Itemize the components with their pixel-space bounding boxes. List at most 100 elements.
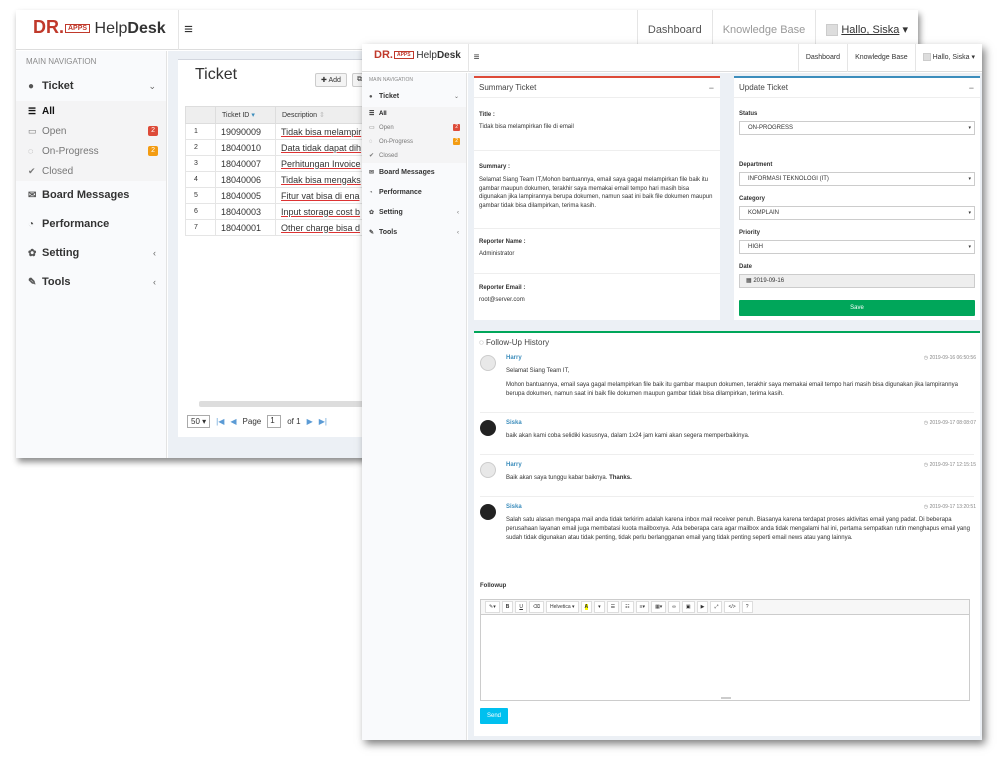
collapse-icon[interactable]: − [709,78,714,98]
description-cell: Fitur vat bisa di ena [274,187,368,204]
bold-icon[interactable]: B [501,601,514,613]
on-progress-count-badge: 2 [148,146,158,156]
nav-dashboard[interactable]: Dashboard [797,44,847,72]
page-title: Ticket [195,66,238,83]
status-select[interactable]: ON-PROGRESS ▾ [739,121,975,135]
table-row[interactable]: 4 18040006 Tidak bisa mengaks [185,171,368,188]
table-row[interactable]: 6 18040003 Input storage cost b [185,203,368,220]
ordered-list-icon[interactable]: ☷ [621,601,634,613]
ticket-table: Ticket ID ▾ Description ⇕ 1 19090009 Tidak… [185,106,368,236]
ticket-submenu: ☰ All ▭ Open 2 ◌ On-Progress 2 ✔ Closed [362,107,466,163]
page-size-select[interactable]: 50 ▾ [187,414,211,428]
date-field[interactable]: ▦ 2019-09-16 [739,274,975,288]
first-page-icon[interactable]: |◀ [216,417,224,426]
history-entry: Siska ◷ 2019-09-17 08:08:07 baik akan ka… [480,420,976,450]
sidebar-item-ticket[interactable]: ● Ticket ⌄ [16,72,166,101]
summary-body-section: Summary : Selamat Siang Team IT,Mohon ba… [479,164,715,210]
prev-page-icon[interactable]: ◀ [230,417,236,426]
reporter-name-value: Administrator [479,251,515,257]
add-ticket-button[interactable]: ✚ Add [315,73,347,87]
sidebar-item-board-messages[interactable]: ✉ Board Messages [16,181,166,210]
priority-select[interactable]: HIGH ▾ [739,240,975,254]
collapse-icon[interactable]: − [969,78,974,98]
sidebar: MAIN NAVIGATION ● Ticket ⌄ ☰ All ▭ Open 2 ◌… [362,73,467,740]
pager: 50 ▾ |◀ ◀ Page 1 of 1 ▶ ▶| [187,412,327,430]
check-circle-icon: ✔ [369,153,375,159]
save-button[interactable]: Save [739,300,975,316]
ticket-submenu: ☰ All ▭ Open 2 ◌ On-Progress 2 ✔ Closed [16,101,166,181]
sidebar-item-setting[interactable]: ✿ Setting ‹ [362,203,466,223]
list-icon: ☰ [28,106,37,116]
title-label: Title : [479,112,495,118]
on-progress-count-badge: 2 [453,138,460,145]
sidebar-item-open[interactable]: ▭ Open 2 [362,121,466,135]
row-number: 6 [185,203,216,220]
sidebar-item-tools[interactable]: ✎ Tools ‹ [362,223,466,243]
underline-icon[interactable]: U [515,601,527,613]
list-icon: ☰ [369,111,375,117]
category-select[interactable]: KOMPLAIN ▾ [739,206,975,220]
app-logo[interactable]: DR. APPS HelpDesk [374,49,461,61]
sidebar-item-ticket[interactable]: ● Ticket ⌄ [362,87,466,107]
entry-author: Harry [506,355,522,361]
text-color-caret-icon[interactable]: ▾ [594,601,605,613]
caret-down-icon: ▾ [971,54,975,61]
style-icon[interactable]: ✎▾ [485,601,500,613]
sidebar-item-tools[interactable]: ✎ Tools ‹ [16,268,166,297]
row-number: 7 [185,219,216,236]
followup-editor[interactable] [480,615,970,701]
chevron-left-icon: ‹ [457,230,459,236]
unordered-list-icon[interactable]: ☰ [606,601,620,613]
paragraph-icon[interactable]: ≡▾ [635,601,650,613]
table-row[interactable]: 1 19090009 Tidak bisa melampir [185,123,368,140]
nav-knowledge-base[interactable]: Knowledge Base [847,44,915,72]
next-page-icon[interactable]: ▶ [307,417,313,426]
gear-icon: ✿ [369,210,375,216]
chevron-down-icon: ⌄ [453,94,459,100]
sidebar-item-setting[interactable]: ✿ Setting ‹ [16,239,166,268]
font-family-select[interactable]: Helvetica ▾ [546,601,579,613]
text-color-icon[interactable]: A [580,601,593,613]
picture-icon[interactable]: ▣ [681,601,695,613]
entry-body: Selamat Siang Team IT, Mohon bantuannya,… [506,368,958,397]
department-select[interactable]: INFORMASI TEKNOLOGI (IT) ▾ [739,172,975,186]
table-icon[interactable]: ▦▾ [651,601,667,613]
sidebar-item-on-progress[interactable]: ◌ On-Progress 2 [16,141,166,161]
sidebar-item-performance[interactable]: ◔ Performance [16,210,166,239]
page-number-input[interactable]: 1 [267,414,282,428]
sidebar-item-closed[interactable]: ✔ Closed [16,161,166,181]
sidebar-item-open[interactable]: ▭ Open 2 [16,121,166,141]
help-icon[interactable]: ? [741,601,753,613]
summary-title-section: Title : Tidak bisa melampirkan file di e… [479,112,715,130]
question-circle-icon: ● [28,81,35,92]
sidebar-item-on-progress[interactable]: ◌ On-Progress 2 [362,135,466,149]
video-icon[interactable]: ▶ [696,601,709,613]
entry-time: ◷ 2019-09-17 13:20:51 [923,504,976,510]
menu-toggle-icon[interactable]: ≡ [178,10,198,50]
follow-up-history-header: ◌ Follow-Up History [479,338,550,347]
last-page-icon[interactable]: ▶| [319,417,327,426]
column-header-description[interactable]: Description ⇕ [274,106,368,124]
sidebar-item-performance[interactable]: ◔ Performance [362,183,466,203]
link-icon[interactable]: ∞ [668,601,680,613]
table-row[interactable]: 3 18040007 Perhitungan Invoice [185,155,368,172]
table-row[interactable]: 5 18040005 Fitur vat bisa di ena [185,187,368,204]
column-header-ticket-id[interactable]: Ticket ID ▾ [215,106,276,124]
resize-handle[interactable] [721,697,731,699]
menu-toggle-icon[interactable]: ≡ [468,44,484,72]
send-button[interactable]: Send [480,708,508,724]
sidebar-item-closed[interactable]: ✔ Closed [362,149,466,163]
app-logo[interactable]: DR. APPS HelpDesk [33,17,166,38]
entry-time: ◷ 2019-09-17 12:15:15 [923,462,976,468]
ticket-id-cell: 18040007 [215,155,276,172]
table-row[interactable]: 7 18040001 Other charge bisa d [185,219,368,236]
user-menu[interactable]: Hallo, Siska ▾ [914,44,982,72]
table-row[interactable]: 2 18040010 Data tidak dapat dih [185,139,368,156]
sidebar-item-board-messages[interactable]: ✉ Board Messages [362,163,466,183]
fullscreen-icon[interactable]: ⤢ [710,601,723,613]
sidebar-item-all[interactable]: ☰ All [362,107,466,121]
open-count-badge: 2 [453,124,460,131]
eraser-icon[interactable]: ⌫ [528,601,545,613]
sidebar-item-all[interactable]: ☰ All [16,101,166,121]
code-view-icon[interactable]: </> [724,601,740,613]
